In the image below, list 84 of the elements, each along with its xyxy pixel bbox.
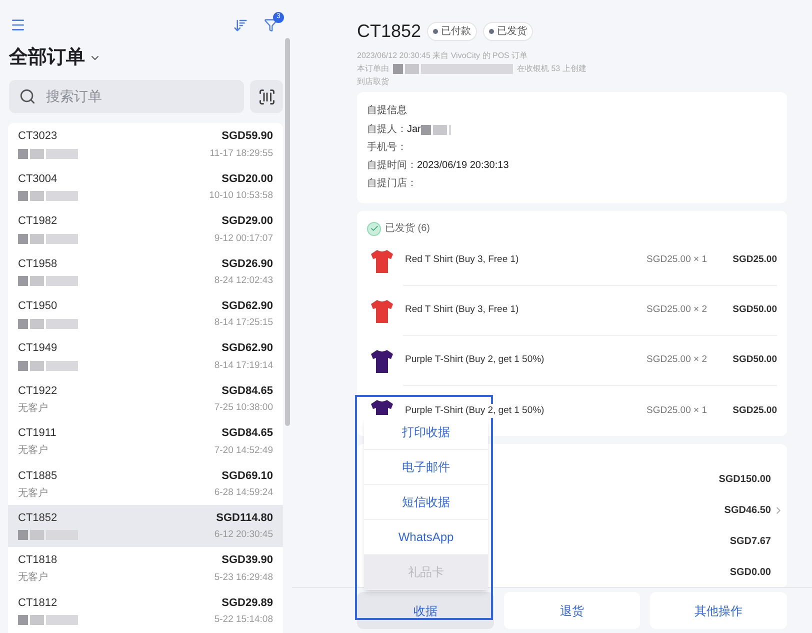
field-label: 自提门店： (367, 176, 417, 191)
order-total: SGD29.00 (222, 214, 273, 230)
barcode-scan-icon (258, 88, 276, 106)
total-value: SGD0.00 (730, 566, 771, 580)
list-title[interactable]: 全部订单 (9, 44, 85, 72)
search-input[interactable]: 搜索订单 (46, 86, 196, 107)
order-number: CT1885 (18, 468, 58, 484)
order-total: SGD26.90 (222, 256, 273, 272)
search-field[interactable]: 搜索订单 (9, 80, 244, 113)
action-button[interactable]: 收据 (357, 592, 494, 629)
menu-item[interactable]: 短信收据 (364, 485, 488, 520)
field-label: 手机号： (367, 140, 407, 155)
order-number: CT1922 (18, 384, 58, 399)
customer-name: 无客户 (18, 444, 48, 458)
order-total: SGD114.80 (216, 510, 273, 526)
total-value: SGD7.67 (730, 535, 771, 549)
menu-item[interactable]: 打印收据 (364, 415, 488, 450)
field-label: 自提人： (367, 123, 407, 137)
item-unit-price: SGD25.00 × 1 (646, 404, 707, 418)
item-unit-price: SGD25.00 × 2 (646, 353, 707, 368)
order-number: CT1950 (18, 299, 58, 314)
item-unit-price: SGD25.00 × 1 (646, 253, 707, 268)
order-total: SGD29.89 (222, 596, 273, 611)
order-number: CT1812 (18, 596, 58, 611)
item-unit-price: SGD25.00 × 2 (646, 303, 707, 318)
order-time: 7-25 10:38:00 (214, 401, 273, 416)
filter-icon[interactable] (264, 18, 278, 32)
order-time: 8-24 12:02:43 (214, 274, 273, 288)
customer-name: 无客户 (18, 402, 48, 416)
order-meta: 在收银机 53 上创建 (517, 63, 586, 75)
order-time: 11-17 18:29:55 (210, 146, 273, 161)
status-badge: 已付款 (427, 22, 478, 41)
order-time: 5-22 15:14:08 (214, 613, 273, 628)
scrollbar[interactable] (285, 38, 290, 426)
order-number: CT1982 (18, 214, 58, 230)
order-meta: 本订单由 (357, 63, 389, 75)
field-value: Jar (407, 123, 421, 137)
item-total: SGD25.00 (732, 253, 777, 268)
action-button[interactable]: 退货 (504, 592, 640, 629)
menu-item[interactable]: 电子邮件 (364, 450, 488, 485)
order-number: CT1958 (18, 256, 58, 272)
customer-name: 无客户 (18, 486, 48, 501)
order-time: 7-20 14:52:49 (214, 444, 273, 458)
status-badge: 已发货 (483, 22, 534, 41)
item-total: SGD50.00 (732, 353, 777, 368)
sort-icon[interactable] (233, 18, 248, 32)
order-time: 6-12 20:30:45 (214, 528, 273, 542)
search-icon (19, 88, 36, 105)
order-time: 10-10 10:53:58 (209, 189, 273, 204)
order-row[interactable]: CT1852 SGD114.80 6-12 20:30:45 (8, 504, 283, 547)
order-total: SGD84.65 (222, 384, 273, 399)
item-total: SGD25.00 (732, 404, 777, 418)
customer-name: 无客户 (18, 570, 48, 586)
menu-icon[interactable] (10, 17, 26, 33)
order-time: 9-12 00:17:07 (214, 232, 273, 246)
order-number: CT1852 (18, 510, 58, 526)
order-total: SGD62.90 (222, 341, 273, 356)
order-title: CT1852 (357, 20, 422, 43)
total-value: SGD46.50 (724, 504, 771, 518)
order-total: SGD20.00 (222, 172, 273, 187)
order-number: CT1911 (18, 426, 56, 442)
order-time: 6-28 14:59:24 (214, 486, 273, 500)
order-number: CT1818 (18, 553, 58, 568)
order-total: SGD62.90 (222, 299, 273, 314)
field-label: 自提时间： (367, 158, 417, 173)
order-total: SGD84.65 (222, 426, 273, 442)
fulfillment-status: 已发货 (6) (385, 222, 430, 236)
delivery-method: 到店取货 (357, 76, 390, 88)
total-value: SGD150.00 (718, 473, 771, 487)
action-button[interactable]: 其他操作 (650, 592, 788, 629)
order-time: 5-23 16:29:48 (214, 570, 273, 585)
order-number: CT3023 (18, 129, 58, 144)
scan-button[interactable] (250, 80, 283, 113)
order-total: SGD59.90 (222, 129, 273, 144)
order-time: 8-14 17:25:15 (214, 316, 273, 330)
item-total: SGD50.00 (732, 303, 777, 318)
order-total: SGD69.10 (222, 468, 273, 484)
order-time: 8-14 17:19:14 (214, 358, 273, 373)
order-number: CT1949 (18, 341, 58, 356)
card-title: 自提信息 (367, 104, 408, 118)
order-number: CT3004 (18, 172, 58, 187)
order-total: SGD39.90 (222, 553, 273, 568)
order-meta: 2023/06/12 20:30:45 来自 VivoCity 的 POS 订单 (357, 50, 529, 62)
field-value: 2023/06/19 20:30:13 (417, 159, 509, 173)
